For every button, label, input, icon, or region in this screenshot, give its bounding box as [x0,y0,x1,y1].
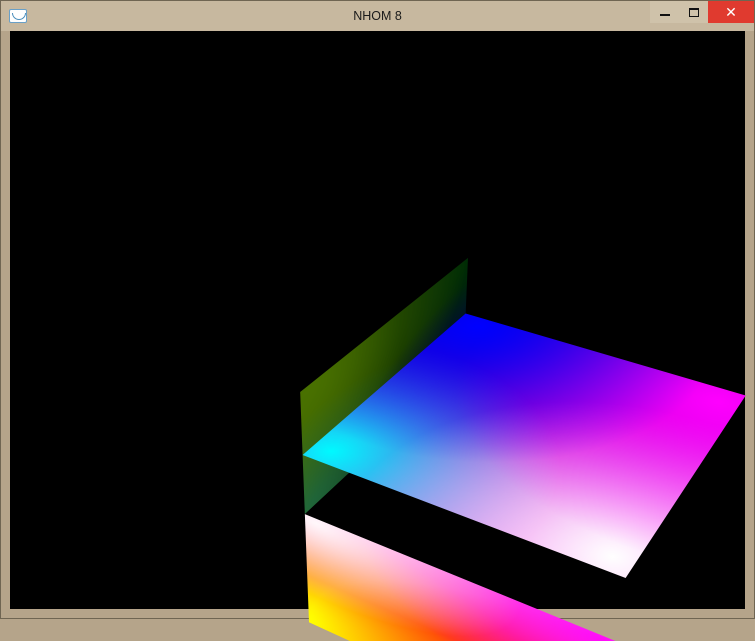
rgb-cube [319,372,723,629]
render-surface [10,31,745,609]
window-controls: ✕ [650,1,754,23]
titlebar[interactable]: NHOM 8 ✕ [1,1,754,31]
minimize-button[interactable] [650,1,680,23]
close-button[interactable]: ✕ [708,1,754,23]
window-title: NHOM 8 [1,9,754,23]
opengl-viewport[interactable] [10,31,745,609]
maximize-button[interactable] [680,1,708,23]
application-window: NHOM 8 ✕ [0,0,755,619]
app-icon [9,9,27,23]
